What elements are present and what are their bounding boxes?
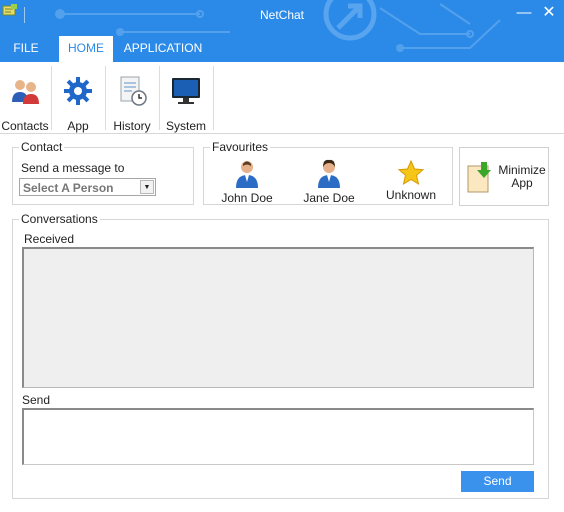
close-window-button[interactable]: ✕ <box>537 2 561 24</box>
favourite-unknown[interactable]: Unknown <box>378 148 444 206</box>
send-message-input[interactable] <box>22 408 534 465</box>
ribbon-tabs: FILE HOME APPLICATION <box>0 36 564 62</box>
system-label: System <box>165 119 206 133</box>
history-button[interactable]: History <box>106 62 158 134</box>
ribbon: Contacts App History System <box>0 62 564 134</box>
app-button[interactable]: App <box>52 62 104 134</box>
favourite-label: John Doe <box>221 191 273 205</box>
contact-group-title: Contact <box>19 140 65 154</box>
send-label: Send <box>22 393 51 407</box>
favourite-john-doe[interactable]: John Doe <box>214 148 280 206</box>
person-icon <box>236 161 258 188</box>
tab-home[interactable]: HOME <box>59 36 113 62</box>
favourites-group: Favourites John Doe Jane Doe Unknown <box>203 140 453 206</box>
favourite-jane-doe[interactable]: Jane Doe <box>296 148 362 206</box>
conversations-group: Conversations Received Send Send <box>12 212 549 499</box>
send-button[interactable]: Send <box>461 471 534 492</box>
minimize-app-button[interactable]: Minimize App <box>459 147 549 206</box>
received-messages-box[interactable] <box>22 247 534 388</box>
star-icon <box>398 160 424 186</box>
chevron-down-icon[interactable]: ▼ <box>140 180 154 194</box>
contacts-button[interactable]: Contacts <box>0 62 50 134</box>
app-label: App <box>67 119 89 133</box>
minimize-app-label-line2: App <box>511 176 533 190</box>
tab-application[interactable]: APPLICATION <box>118 36 208 62</box>
person-icon <box>318 159 340 188</box>
person-select[interactable]: Select A Person ▼ <box>19 178 156 196</box>
monitor-icon <box>172 78 200 104</box>
conversations-group-title: Conversations <box>19 212 100 226</box>
history-icon <box>120 76 147 106</box>
title-bar: NetChat — ✕ FILE HOME APPLICATION <box>0 0 564 62</box>
window-title: NetChat <box>259 8 305 22</box>
tab-file[interactable]: FILE <box>0 36 52 62</box>
favourite-label: Jane Doe <box>303 191 355 205</box>
history-label: History <box>113 119 151 133</box>
contact-group: Contact Send a message to Select A Perso… <box>12 140 194 205</box>
minimize-download-icon <box>467 162 491 193</box>
received-label: Received <box>24 232 75 246</box>
gear-icon <box>64 77 92 105</box>
minimize-app-label: Minimize App <box>496 164 548 190</box>
minimize-window-button[interactable]: — <box>512 2 536 24</box>
favourite-label: Unknown <box>385 188 437 202</box>
person-select-value: Select A Person <box>23 181 114 195</box>
contacts-label: Contacts <box>1 119 49 133</box>
send-to-label: Send a message to <box>21 161 125 175</box>
ribbon-separator <box>213 66 214 130</box>
contacts-icon <box>12 80 39 104</box>
system-button[interactable]: System <box>160 62 212 134</box>
